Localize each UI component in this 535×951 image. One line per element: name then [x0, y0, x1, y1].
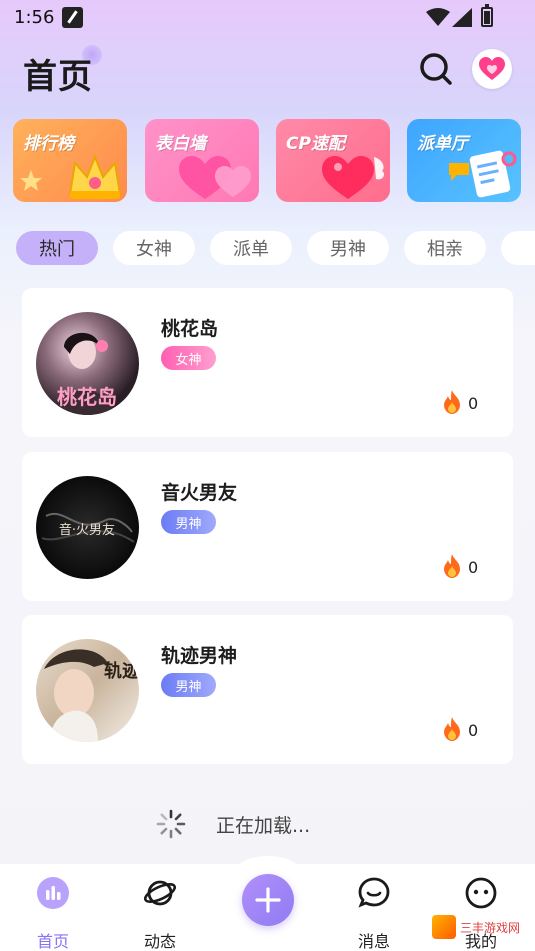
nav-profile[interactable]: 我的	[441, 876, 521, 951]
create-button[interactable]	[242, 874, 294, 926]
tab-label: 热门	[39, 239, 75, 260]
svg-text:轨迹: 轨迹	[104, 660, 139, 682]
room-avatar-image: 轨迹	[44, 649, 139, 742]
notification-icon	[62, 7, 83, 28]
room-avatar: 音·火男友	[36, 476, 139, 579]
banner-confession-wall[interactable]: 表白墙	[145, 119, 259, 202]
crown-icon	[68, 154, 122, 199]
nav-home[interactable]: 首页	[13, 876, 93, 951]
tab-hot[interactable]: 热门	[16, 231, 98, 265]
tab-label: 男神	[330, 239, 366, 260]
category-tabs: 热门 女神 派单 男神 相亲	[0, 231, 535, 265]
loading-indicator: 正在加载...	[156, 808, 310, 840]
profile-avatar-button[interactable]	[472, 49, 512, 89]
home-chart-icon	[37, 877, 69, 909]
hearts-icon	[179, 156, 251, 199]
tab-god[interactable]: 男神	[307, 231, 389, 265]
plus-icon	[255, 887, 281, 913]
room-avatar-image: 音·火男友	[41, 513, 135, 543]
room-avatar: 轨迹	[36, 639, 139, 742]
tab-dispatch[interactable]: 派单	[210, 231, 292, 265]
tab-label: 派单	[233, 239, 269, 260]
room-card[interactable]: 音·火男友 音火男友 男神 0	[22, 452, 513, 601]
signal-icon	[452, 8, 472, 27]
room-title: 轨迹男神	[161, 645, 238, 667]
room-heat-count: 0	[468, 558, 479, 577]
message-icon	[358, 877, 390, 908]
nav-messages[interactable]: 消息	[334, 876, 414, 951]
clipboard-icon	[469, 150, 517, 198]
status-time: 1:56	[14, 7, 55, 28]
nav-label: 消息	[357, 932, 390, 951]
site-watermark: 三丰游戏网	[432, 913, 532, 941]
bottom-navigation: 首页 动态 消息 我的 三丰游戏网	[0, 856, 535, 951]
winged-heart-icon	[322, 156, 384, 199]
page-title: 首页	[23, 57, 93, 97]
smile-face-icon	[465, 877, 497, 909]
banner-cp-match[interactable]: CP速配	[276, 119, 390, 202]
nav-feed[interactable]: 动态	[120, 876, 200, 951]
tab-dating[interactable]: 相亲	[404, 231, 486, 265]
banner-dispatch-hall[interactable]: 派单厅	[407, 119, 521, 202]
wifi-icon	[426, 8, 450, 26]
tab-goddess[interactable]: 女神	[113, 231, 195, 265]
room-avatar: 桃花岛	[36, 312, 139, 415]
room-tag-badge: 男神	[161, 673, 216, 697]
status-bar: 1:56	[0, 0, 535, 36]
nav-label: 首页	[36, 932, 69, 951]
nav-label: 动态	[143, 932, 176, 951]
loading-text: 正在加载...	[216, 814, 311, 837]
tab-label: 相亲	[427, 239, 463, 260]
watermark-text: 三丰游戏网	[460, 920, 521, 935]
room-title: 桃花岛	[161, 318, 219, 340]
room-tag-badge: 女神	[161, 346, 216, 370]
room-title: 音火男友	[161, 482, 238, 504]
fire-icon	[444, 717, 460, 741]
svg-text:桃花岛: 桃花岛	[57, 385, 117, 409]
tab-label: 女神	[136, 239, 172, 260]
room-avatar-image: 桃花岛	[56, 332, 117, 415]
banner-ranking[interactable]: 排行榜	[13, 119, 127, 202]
tab-more[interactable]	[501, 231, 535, 265]
svg-text:音·火男友: 音·火男友	[59, 522, 115, 538]
chat-bubble-icon	[449, 163, 469, 181]
room-card[interactable]: 桃花岛 桃花岛 女神 0	[22, 288, 513, 437]
room-tag-badge: 男神	[161, 510, 216, 534]
room-heat-count: 0	[468, 721, 479, 740]
fire-icon	[444, 554, 460, 578]
banner-label: 派单厅	[417, 134, 468, 154]
spinner-icon	[156, 809, 186, 839]
battery-icon	[481, 4, 493, 27]
planet-icon	[143, 880, 177, 906]
fire-icon	[444, 390, 460, 414]
room-card[interactable]: 轨迹 轨迹男神 男神 0	[22, 615, 513, 764]
heart-icon	[479, 57, 505, 80]
room-heat-count: 0	[468, 394, 479, 413]
star-icon	[20, 170, 42, 191]
watermark-logo-icon	[432, 915, 456, 939]
search-icon[interactable]	[419, 52, 453, 86]
